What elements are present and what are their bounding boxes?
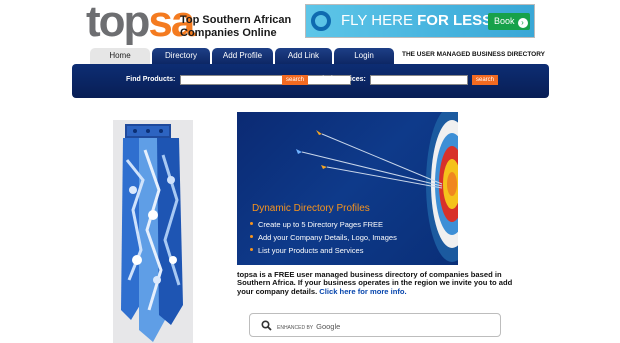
bullet-icon [250, 248, 253, 251]
directory-tagline: THE USER MANAGED BUSINESS DIRECTORY [402, 51, 546, 58]
bullet-icon [250, 222, 253, 225]
search-icon [261, 320, 272, 331]
arrow-right-icon: › [517, 18, 528, 28]
find-services-input[interactable] [370, 75, 468, 85]
tab-login[interactable]: Login [334, 48, 394, 64]
page: topsa Top Southern African Companies Onl… [0, 0, 620, 343]
enhanced-by-google-label: ENHANCED BY Google [277, 322, 341, 331]
search-bar: Find Products: search Find Services: sea… [72, 64, 549, 98]
promo-title: Dynamic Directory Profiles [252, 203, 370, 214]
promo-item: Create up to 5 Directory Pages FREE [250, 218, 397, 231]
tagline-line-2: Companies Online [180, 27, 277, 39]
banner-headline: FLY HERE FOR LESS [341, 12, 493, 29]
find-services-label: Find Services: [318, 76, 366, 83]
flight-ad-banner[interactable]: FLY HERE FOR LESS Book › [305, 4, 535, 38]
tab-add-profile[interactable]: Add Profile [212, 48, 273, 64]
promo-feature-list: Create up to 5 Directory Pages FREE Add … [250, 218, 397, 257]
airline-logo-icon [311, 11, 331, 31]
tab-directory[interactable]: Directory [152, 48, 210, 64]
services-search-button[interactable]: search [472, 75, 498, 85]
promo-item: List your Products and Services [250, 244, 397, 257]
google-search-input[interactable]: ENHANCED BY Google [249, 313, 501, 337]
bullet-icon [250, 235, 253, 238]
tab-add-link[interactable]: Add Link [275, 48, 332, 64]
directory-profiles-promo[interactable]: Dynamic Directory Profiles Create up to … [237, 112, 458, 265]
tab-home[interactable]: Home [90, 48, 150, 64]
more-info-link[interactable]: Click here for more info. [319, 287, 406, 296]
promo-item: Add your Company Details, Logo, Images [250, 231, 397, 244]
products-search-button[interactable]: search [282, 75, 308, 85]
site-logo[interactable]: topsa Top Southern African Companies Onl… [86, 0, 301, 46]
banner-book-button[interactable]: Book › [488, 13, 530, 30]
intro-text: topsa is a FREE user managed business di… [237, 270, 513, 296]
tagline-line-1: Top Southern African [180, 14, 292, 26]
scarves-photo [113, 120, 193, 343]
logo-tagline: Top Southern African Companies Online [180, 14, 291, 40]
find-products-label: Find Products: [126, 76, 176, 83]
logo-wordmark: topsa [86, 0, 195, 46]
